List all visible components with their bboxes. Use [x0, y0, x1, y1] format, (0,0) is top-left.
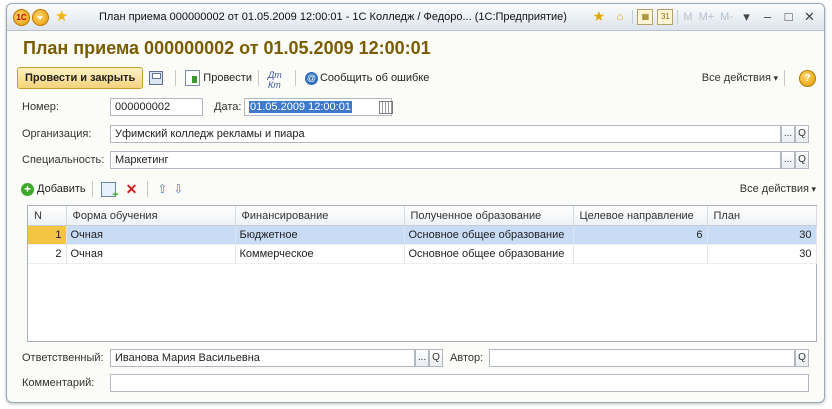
form-cell[interactable]: Очная — [66, 225, 236, 245]
report-error-icon[interactable]: @ — [304, 71, 318, 85]
author-label: Автор: — [450, 352, 484, 364]
date-field[interactable]: 01.05.2009 12:00:01 — [244, 98, 392, 116]
window-title: План приема 000000002 от 01.05.2009 12:0… — [99, 11, 567, 23]
date-label: Дата: — [214, 101, 242, 113]
responsible-choose-button[interactable]: ... — [415, 349, 429, 367]
maximize-icon[interactable]: □ — [780, 8, 797, 25]
specialty-field[interactable]: Маркетинг — [110, 151, 781, 169]
table-row[interactable]: 1 Очная Бюджетное Основное общее образов… — [28, 225, 817, 245]
page-title: План приема 000000002 от 01.05.2009 12:0… — [23, 38, 431, 58]
document-window: 1С ★ План приема 000000002 от 01.05.2009… — [6, 3, 825, 403]
organization-label: Организация: — [22, 128, 92, 140]
report-error-button[interactable]: Сообщить об ошибке — [320, 72, 429, 84]
organization-field[interactable]: Уфимский колледж рекламы и пиара — [110, 125, 781, 143]
title-bar: 1С ★ План приема 000000002 от 01.05.2009… — [7, 4, 824, 31]
specialty-search-icon[interactable]: Q — [795, 151, 809, 169]
number-label: Номер: — [22, 101, 59, 113]
move-up-icon[interactable]: ⇧ — [157, 182, 167, 196]
comment-field[interactable] — [110, 374, 809, 392]
specialty-choose-button[interactable]: ... — [781, 151, 795, 169]
finance-cell[interactable]: Бюджетное — [235, 225, 405, 245]
move-down-icon[interactable]: ⇩ — [173, 182, 183, 196]
column-header-finance[interactable]: Финансирование — [235, 206, 405, 226]
table-row[interactable]: 2 Очная Коммерческое Основное общее обра… — [28, 244, 817, 264]
close-icon[interactable]: ✕ — [801, 8, 818, 25]
table-header-row: N Форма обучения Финансирование Полученн… — [28, 206, 817, 226]
finance-cell[interactable]: Коммерческое — [235, 244, 405, 264]
column-header-plan[interactable]: План — [707, 206, 817, 226]
separator — [257, 70, 259, 86]
history-icon[interactable]: ⌂ — [611, 8, 628, 25]
table-all-actions-menu[interactable]: Все действия — [740, 183, 816, 195]
row-number: 1 — [28, 225, 67, 245]
help-icon[interactable]: ? — [799, 69, 816, 87]
separator — [632, 9, 634, 24]
separator — [147, 181, 149, 197]
dropdown-icon[interactable]: ▾ — [738, 8, 755, 25]
plan-cell[interactable]: 30 — [707, 244, 817, 264]
memory-m-button[interactable]: M — [682, 8, 693, 25]
favorites-star-icon[interactable]: ★ — [55, 7, 68, 25]
calendar-icon[interactable]: 31 — [657, 8, 674, 25]
copy-row-icon[interactable] — [100, 181, 119, 201]
plan-table: N Форма обучения Финансирование Полученн… — [27, 205, 817, 342]
movements-report-icon[interactable]: Дт Кт — [268, 70, 286, 90]
add-icon[interactable]: + — [21, 182, 34, 196]
memory-minus-button[interactable]: M- — [719, 8, 734, 25]
all-actions-menu[interactable]: Все действия — [702, 72, 778, 84]
organization-search-icon[interactable]: Q — [795, 125, 809, 143]
post-document-icon[interactable] — [185, 70, 201, 86]
delete-row-icon[interactable]: ✕ — [126, 181, 138, 198]
comment-label: Комментарий: — [22, 377, 95, 389]
column-header-education[interactable]: Полученное образование — [404, 206, 574, 226]
education-cell[interactable]: Основное общее образование — [404, 244, 574, 264]
separator — [294, 70, 296, 86]
column-header-target[interactable]: Целевое направление — [573, 206, 708, 226]
education-cell[interactable]: Основное общее образование — [404, 225, 574, 245]
memory-plus-button[interactable]: M+ — [698, 8, 716, 25]
calculator-icon[interactable]: ▦ — [637, 8, 654, 25]
target-cell[interactable] — [573, 244, 708, 264]
table-toolbar: + Добавить ✕ ⇧ ⇩ Все действия — [21, 180, 816, 201]
date-value: 01.05.2009 12:00:01 — [249, 101, 352, 113]
plan-cell[interactable]: 30 — [707, 225, 817, 245]
save-icon[interactable] — [149, 71, 164, 85]
row-number: 2 — [28, 244, 67, 264]
post-and-close-button[interactable]: Провести и закрыть — [17, 67, 144, 89]
post-button[interactable]: Провести — [203, 72, 252, 84]
command-bar: Провести и закрыть Провести Дт Кт @ Сообщ… — [17, 66, 816, 90]
separator — [175, 70, 177, 86]
number-field[interactable]: 000000002 — [110, 98, 203, 116]
add-favorite-icon[interactable]: ★ — [590, 8, 607, 25]
column-header-n[interactable]: N — [28, 206, 67, 226]
separator — [677, 9, 679, 24]
minimize-icon[interactable]: – — [759, 8, 776, 25]
organization-choose-button[interactable]: ... — [781, 125, 795, 143]
separator — [784, 70, 785, 86]
main-menu-icon[interactable] — [32, 9, 49, 26]
separator — [91, 181, 93, 197]
author-search-icon[interactable]: Q — [795, 349, 809, 367]
target-cell[interactable]: 6 — [573, 225, 708, 245]
form-cell[interactable]: Очная — [66, 244, 236, 264]
add-row-button[interactable]: Добавить — [37, 183, 86, 195]
calendar-picker-icon[interactable] — [379, 101, 393, 114]
responsible-label: Ответственный: — [22, 352, 104, 364]
specialty-label: Специальность: — [22, 154, 105, 166]
responsible-field[interactable]: Иванова Мария Васильевна — [110, 349, 415, 367]
1c-logo-icon[interactable]: 1С — [13, 9, 30, 26]
author-field[interactable] — [489, 349, 795, 367]
responsible-search-icon[interactable]: Q — [429, 349, 443, 367]
column-header-form[interactable]: Форма обучения — [66, 206, 236, 226]
